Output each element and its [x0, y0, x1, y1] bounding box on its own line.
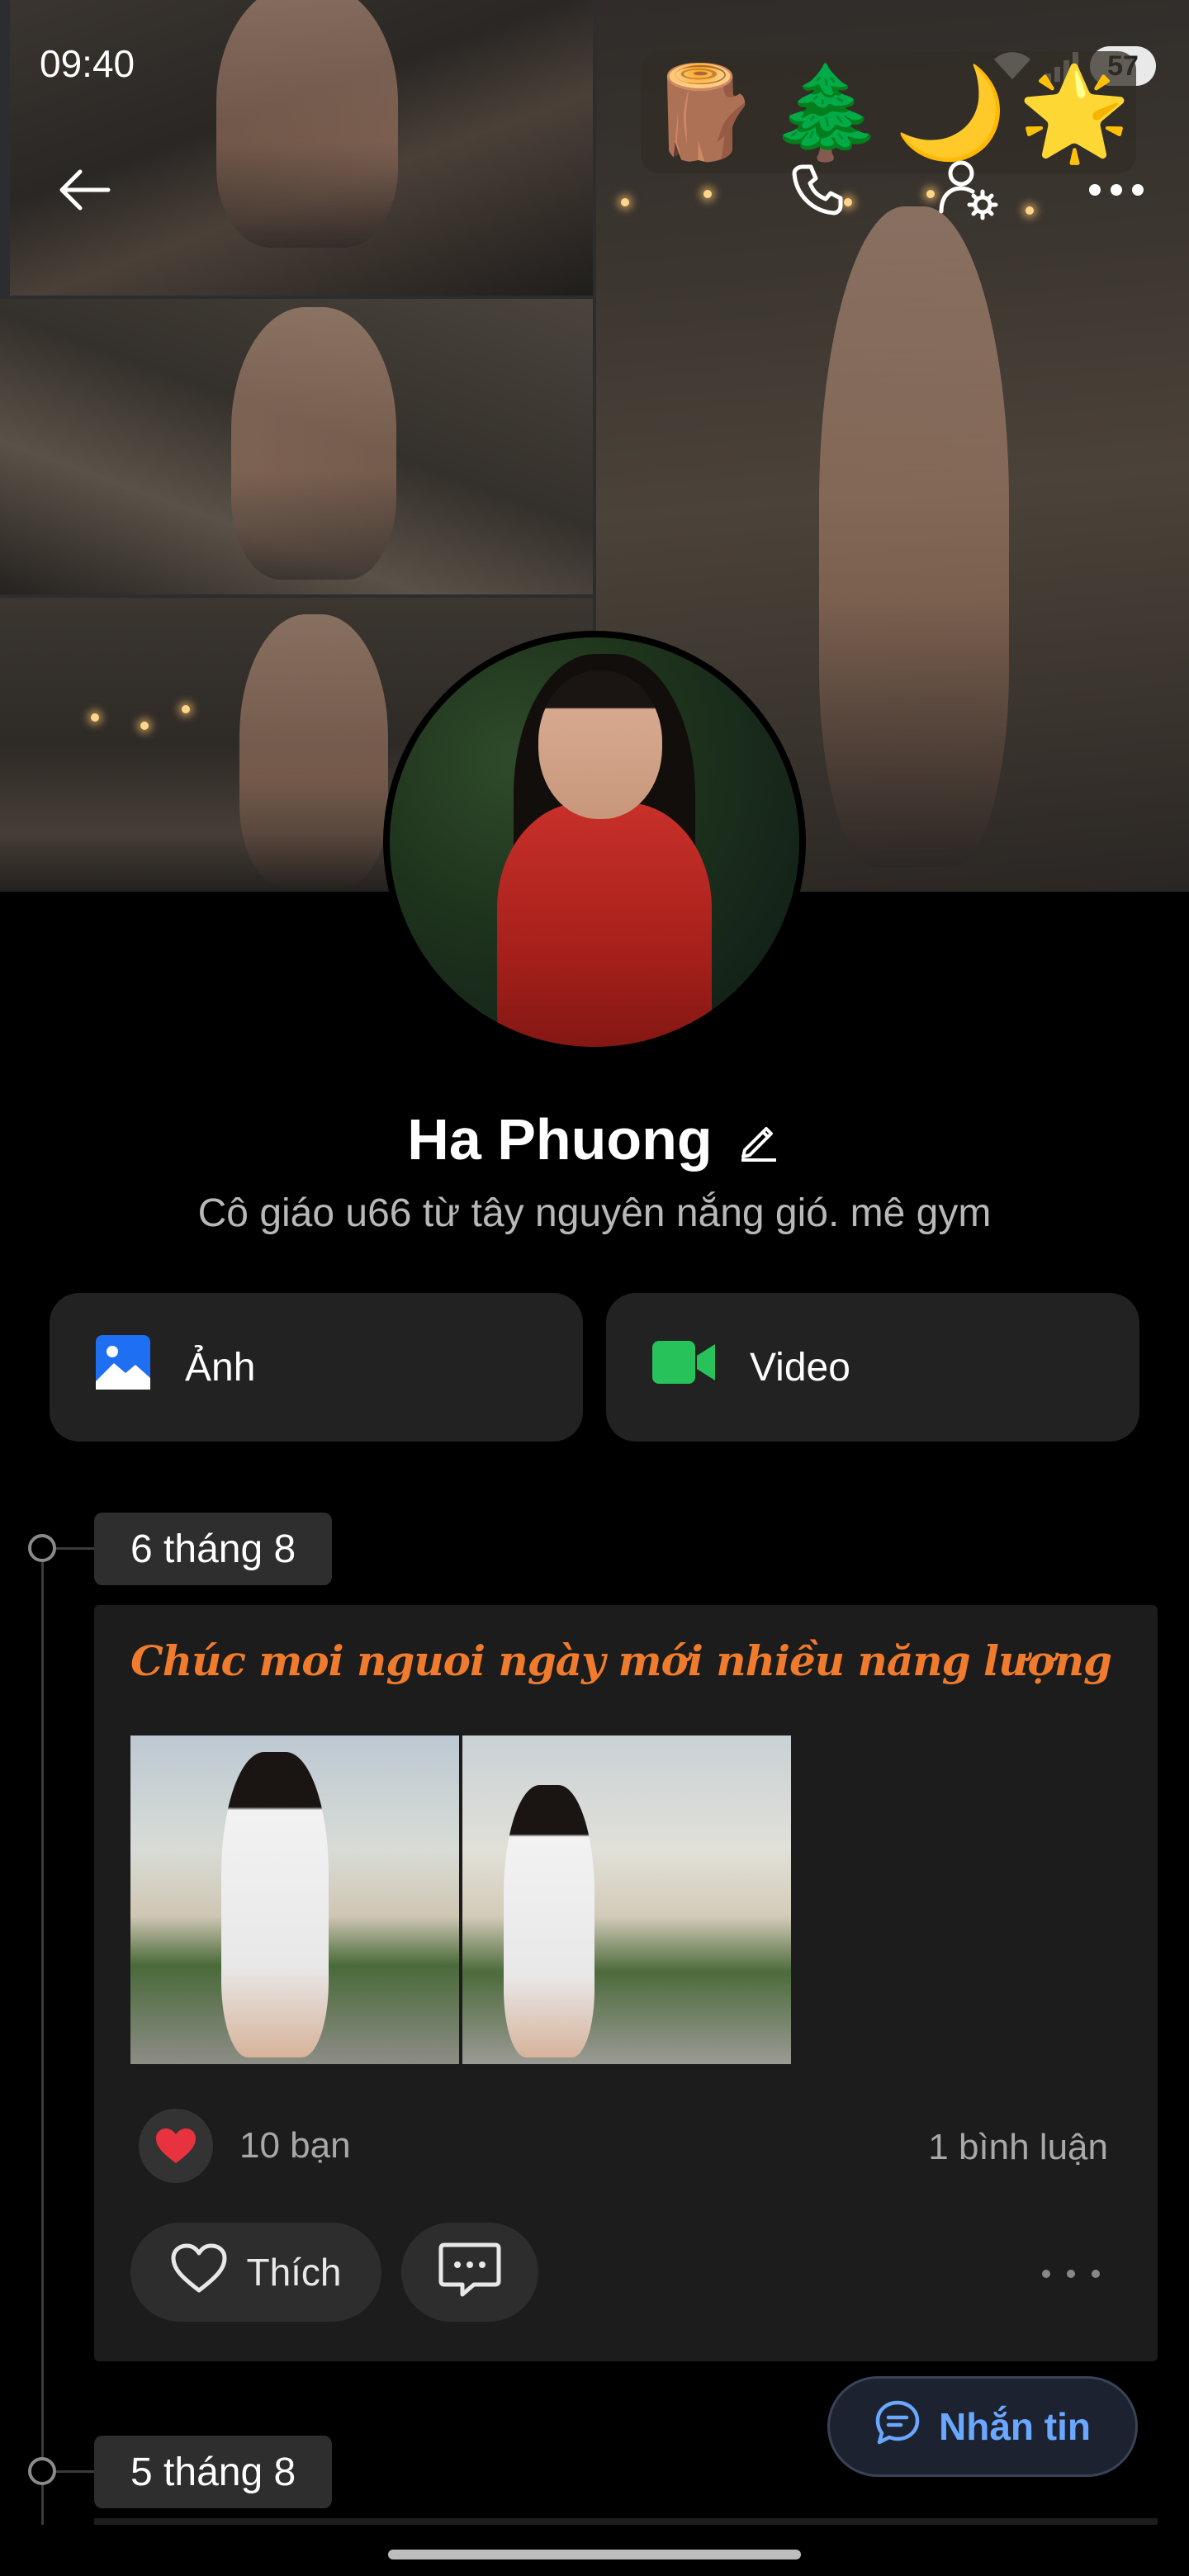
videos-button[interactable]: Video: [606, 1293, 1139, 1442]
timeline-connector: [56, 2470, 94, 2473]
comment-count[interactable]: 1 bình luận: [928, 2127, 1108, 2168]
star-emoji: 🌟: [1017, 59, 1131, 165]
avatar-image: [390, 637, 799, 1047]
back-arrow-icon: [55, 165, 113, 219]
profile-bio: Cô giáo u66 từ tây nguyên nắng gió. mê g…: [197, 1191, 992, 1235]
photos-label: Ảnh: [185, 1345, 256, 1390]
post-photo[interactable]: [130, 1735, 459, 2064]
timeline-date: 5 tháng 8: [94, 2436, 333, 2508]
heart-icon: [139, 2109, 213, 2183]
post-more-button[interactable]: [1042, 2249, 1100, 2299]
edit-pencil-icon[interactable]: [736, 1116, 782, 1163]
timeline-dot: [28, 1534, 56, 1562]
timeline-date: 6 tháng 8: [94, 1513, 333, 1585]
post-card[interactable]: Chúc moi nguoi ngày mới nhiều năng lượng…: [94, 1605, 1158, 2361]
photos-button[interactable]: Ảnh: [50, 1293, 583, 1442]
navigation-bar: [0, 2525, 1189, 2576]
more-icon: [1087, 182, 1146, 202]
chat-icon: [874, 2399, 921, 2455]
phone-icon: [788, 160, 847, 224]
timeline-dot: [28, 2457, 56, 2485]
profile-settings-button[interactable]: [930, 154, 1006, 230]
status-time: 09:40: [40, 42, 135, 85]
cover-photo-tile: [0, 299, 593, 594]
call-button[interactable]: [779, 154, 855, 230]
moon-emoji: 🌙: [893, 59, 1007, 165]
like-label: Thích: [246, 2251, 342, 2294]
send-message-label: Nhắn tin: [939, 2405, 1091, 2448]
like-button[interactable]: Thích: [130, 2223, 381, 2322]
send-message-button[interactable]: Nhắn tin: [827, 2376, 1138, 2477]
log-emoji: 🪵: [646, 59, 760, 165]
tree-emoji: 🌲: [770, 59, 883, 165]
home-indicator[interactable]: [388, 2550, 801, 2559]
timeline-connector: [56, 1547, 94, 1550]
back-button[interactable]: [46, 154, 122, 230]
profile-name-row: Ha Phuong: [0, 1106, 1189, 1172]
cover-emoji-strip: 🪵 🌲 🌙 🌟: [641, 51, 1136, 173]
profile-name: Ha Phuong: [407, 1107, 713, 1172]
post-title: Chúc moi nguoi ngày mới nhiều năng lượng: [130, 1636, 1112, 1685]
reaction-summary[interactable]: 10 bạn: [139, 2109, 351, 2183]
more-options-button[interactable]: [1078, 154, 1154, 230]
reaction-count: 10 bạn: [239, 2125, 351, 2166]
videos-label: Video: [750, 1345, 850, 1390]
video-camera-icon: [652, 1338, 715, 1397]
timeline-line: [41, 1541, 44, 2576]
post-photo[interactable]: [462, 1735, 791, 2064]
comment-button[interactable]: [401, 2223, 538, 2322]
user-settings-icon: [935, 157, 1001, 227]
profile-avatar[interactable]: [383, 631, 806, 1054]
heart-outline-icon: [170, 2242, 228, 2303]
comment-icon: [438, 2242, 502, 2304]
photo-icon: [96, 1335, 150, 1399]
